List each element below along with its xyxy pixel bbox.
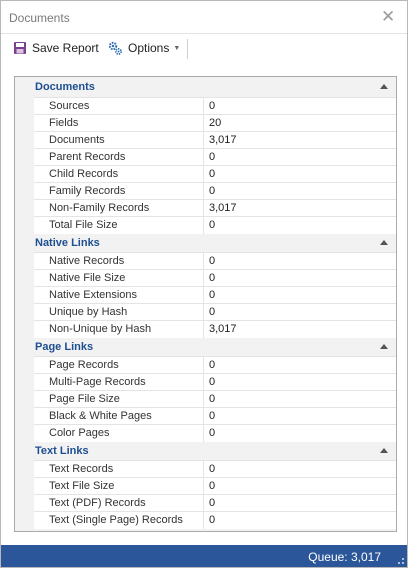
property-row[interactable]: Documents 3,017 [34, 131, 396, 149]
property-name: Total File Size [34, 217, 204, 234]
property-row[interactable]: Non-Unique by Hash 3,017 [34, 320, 396, 338]
property-value: 3,017 [209, 134, 237, 146]
property-name: Text (Single Page) Records [34, 512, 204, 529]
property-row[interactable]: Page Records 0 [34, 356, 396, 374]
property-row[interactable]: Page File Size 0 [34, 390, 396, 408]
property-row[interactable]: Black & White Pages 0 [34, 407, 396, 425]
window-title: Documents [9, 11, 70, 25]
property-row[interactable]: Color Pages 0 [34, 424, 396, 442]
property-name: Page File Size [34, 391, 204, 408]
property-row[interactable]: Text (PDF) Records 0 [34, 494, 396, 512]
category-page-links[interactable]: Page Links [15, 337, 396, 357]
property-value: 0 [209, 151, 216, 163]
property-row[interactable]: Text File Size 0 [34, 477, 396, 495]
property-name: Text File Size [34, 478, 204, 495]
property-value: 0 [209, 306, 216, 318]
property-row[interactable]: Sources 0 [34, 97, 396, 115]
property-value: 0 [209, 480, 216, 492]
property-value: 0 [209, 427, 216, 439]
property-value: 0 [209, 219, 216, 231]
title-bar: Documents ✕ [1, 1, 407, 33]
property-name: Non-Family Records [34, 200, 204, 217]
property-row[interactable]: Family Records 0 [34, 182, 396, 200]
property-name: Family Records [34, 183, 204, 200]
category-documents[interactable]: Documents [15, 77, 396, 97]
property-row[interactable]: Multi-Page Records 0 [34, 373, 396, 391]
property-value: 0 [209, 376, 216, 388]
property-name: Unique by Hash [34, 304, 204, 321]
category-label: Native Links [35, 237, 100, 249]
category-label: Documents [35, 81, 95, 93]
toolbar-divider [187, 39, 188, 59]
property-name: Color Pages [34, 425, 204, 442]
property-name: Documents [34, 132, 204, 149]
resize-grip-icon[interactable] [398, 558, 404, 564]
save-report-button[interactable]: Save Report [13, 38, 99, 58]
property-value: 0 [209, 100, 216, 112]
property-value: 0 [209, 255, 216, 267]
category-native-links[interactable]: Native Links [15, 233, 396, 253]
property-name: Parent Records [34, 149, 204, 166]
property-row[interactable]: Fields 20 [34, 114, 396, 132]
property-row[interactable]: Native Records 0 [34, 252, 396, 270]
category-text-links[interactable]: Text Links [15, 441, 396, 461]
property-row[interactable]: Text Records 0 [34, 460, 396, 478]
property-name: Child Records [34, 166, 204, 183]
status-bar: Queue: 3,017 [1, 545, 407, 567]
queue-status: Queue: 3,017 [308, 550, 381, 564]
category-label: Page Links [35, 341, 94, 353]
save-report-label: Save Report [32, 41, 99, 55]
property-value: 0 [209, 185, 216, 197]
close-icon[interactable]: ✕ [381, 7, 395, 27]
property-name: Native File Size [34, 270, 204, 287]
property-value: 0 [209, 463, 216, 475]
collapse-arrow-icon[interactable] [380, 84, 388, 89]
collapse-arrow-icon[interactable] [380, 240, 388, 245]
property-name: Text Records [34, 461, 204, 478]
property-value: 0 [209, 168, 216, 180]
options-label: Options [128, 41, 170, 55]
category-label: Text Links [35, 445, 89, 457]
property-name: Multi-Page Records [34, 374, 204, 391]
collapse-arrow-icon[interactable] [380, 344, 388, 349]
options-dropdown[interactable]: Options ▼ [107, 38, 180, 58]
property-name: Fields [34, 115, 204, 132]
property-row[interactable]: Parent Records 0 [34, 148, 396, 166]
property-grid: Documents Sources 0 Fields 20 Documents 3,0… [14, 76, 397, 532]
property-value: 0 [209, 410, 216, 422]
property-row[interactable]: Text (Single Page) Records 0 [34, 511, 396, 529]
documents-window: Documents ✕ Save Report Options ▼ Docume… [0, 0, 408, 568]
property-row[interactable]: Child Records 0 [34, 165, 396, 183]
property-value: 3,017 [209, 202, 237, 214]
collapse-arrow-icon[interactable] [380, 448, 388, 453]
property-value: 3,017 [209, 323, 237, 335]
property-name: Native Records [34, 253, 204, 270]
toolbar: Save Report Options ▼ [1, 34, 407, 62]
property-value: 0 [209, 393, 216, 405]
property-value: 0 [209, 359, 216, 371]
gears-icon [108, 41, 122, 55]
property-value: 0 [209, 514, 216, 526]
property-row[interactable]: Unique by Hash 0 [34, 303, 396, 321]
property-name: Text (PDF) Records [34, 495, 204, 512]
property-name: Sources [34, 98, 204, 115]
chevron-down-icon: ▼ [173, 44, 181, 52]
property-value: 0 [209, 497, 216, 509]
property-value: 0 [209, 289, 216, 301]
property-value: 0 [209, 272, 216, 284]
property-name: Black & White Pages [34, 408, 204, 425]
save-icon [14, 42, 26, 54]
property-row[interactable]: Non-Family Records 3,017 [34, 199, 396, 217]
property-row[interactable]: Total File Size 0 [34, 216, 396, 234]
property-row[interactable]: Native File Size 0 [34, 269, 396, 287]
property-name: Non-Unique by Hash [34, 321, 204, 338]
property-value: 20 [209, 117, 222, 129]
property-name: Page Records [34, 357, 204, 374]
property-row[interactable]: Native Extensions 0 [34, 286, 396, 304]
property-name: Native Extensions [34, 287, 204, 304]
